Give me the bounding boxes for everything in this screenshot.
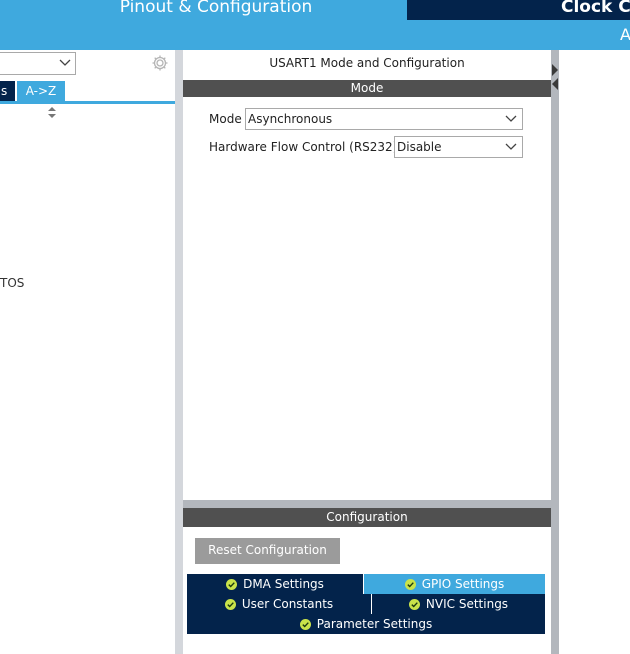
hardware-flow-control-label: Hardware Flow Control (RS232) bbox=[209, 140, 398, 154]
right-splitter[interactable] bbox=[551, 50, 559, 654]
tab-parameter-settings[interactable]: Parameter Settings bbox=[187, 614, 545, 634]
mode-label: Mode bbox=[209, 112, 242, 126]
mode-select-value: Asynchronous bbox=[248, 112, 333, 126]
hardware-flow-control-value: Disable bbox=[397, 140, 442, 154]
mode-section-header: Mode bbox=[183, 80, 551, 97]
tab-label: GPIO Settings bbox=[421, 577, 505, 591]
tab-label: NVIC Settings bbox=[425, 597, 509, 611]
tab-label: Parameter Settings bbox=[316, 617, 433, 631]
chevron-down-icon bbox=[505, 115, 517, 122]
tab-underline bbox=[0, 101, 175, 104]
tab-pinout-configuration[interactable]: Pinout & Configuration bbox=[0, 0, 404, 20]
chevron-down-icon bbox=[59, 59, 71, 66]
panel-splitter[interactable] bbox=[183, 500, 551, 508]
mode-panel: USART1 Mode and Configuration Mode Mode … bbox=[183, 50, 551, 500]
tab-gpio-settings[interactable]: GPIO Settings bbox=[364, 574, 545, 594]
tab-clock-configuration[interactable]: Clock Co bbox=[407, 0, 630, 20]
sort-tab-categories[interactable]: s bbox=[0, 81, 15, 102]
sort-arrows-icon[interactable] bbox=[46, 106, 58, 120]
check-circle-icon bbox=[408, 599, 420, 610]
list-item[interactable]: TOS bbox=[0, 276, 24, 290]
subtab-label[interactable]: A bbox=[620, 25, 630, 44]
sort-tab-alphabetical[interactable]: A->Z bbox=[17, 81, 65, 102]
chevron-down-icon bbox=[505, 143, 517, 150]
tab-label: User Constants bbox=[241, 597, 334, 611]
tab-nvic-settings[interactable]: NVIC Settings bbox=[372, 594, 545, 614]
mode-select[interactable]: Asynchronous bbox=[245, 108, 523, 130]
collapse-arrow-icon[interactable] bbox=[552, 64, 558, 90]
gear-icon[interactable] bbox=[151, 54, 169, 72]
category-filter-select[interactable] bbox=[0, 52, 76, 75]
check-circle-icon bbox=[224, 599, 236, 610]
tab-user-constants[interactable]: User Constants bbox=[187, 594, 371, 614]
tab-label: DMA Settings bbox=[243, 577, 324, 591]
top-tab-bar: Pinout & Configuration Clock Co A bbox=[0, 0, 630, 50]
reset-configuration-button[interactable]: Reset Configuration bbox=[195, 538, 340, 564]
hardware-flow-control-select[interactable]: Disable bbox=[394, 136, 523, 158]
check-circle-icon bbox=[226, 579, 238, 590]
configuration-section-header: Configuration bbox=[183, 508, 551, 527]
left-splitter[interactable] bbox=[175, 50, 183, 654]
check-circle-icon bbox=[299, 619, 311, 630]
configuration-panel: Configuration Reset Configuration DMA Se… bbox=[183, 508, 551, 654]
check-circle-icon bbox=[404, 579, 416, 590]
tab-dma-settings[interactable]: DMA Settings bbox=[187, 574, 363, 594]
panel-title: USART1 Mode and Configuration bbox=[269, 56, 465, 70]
